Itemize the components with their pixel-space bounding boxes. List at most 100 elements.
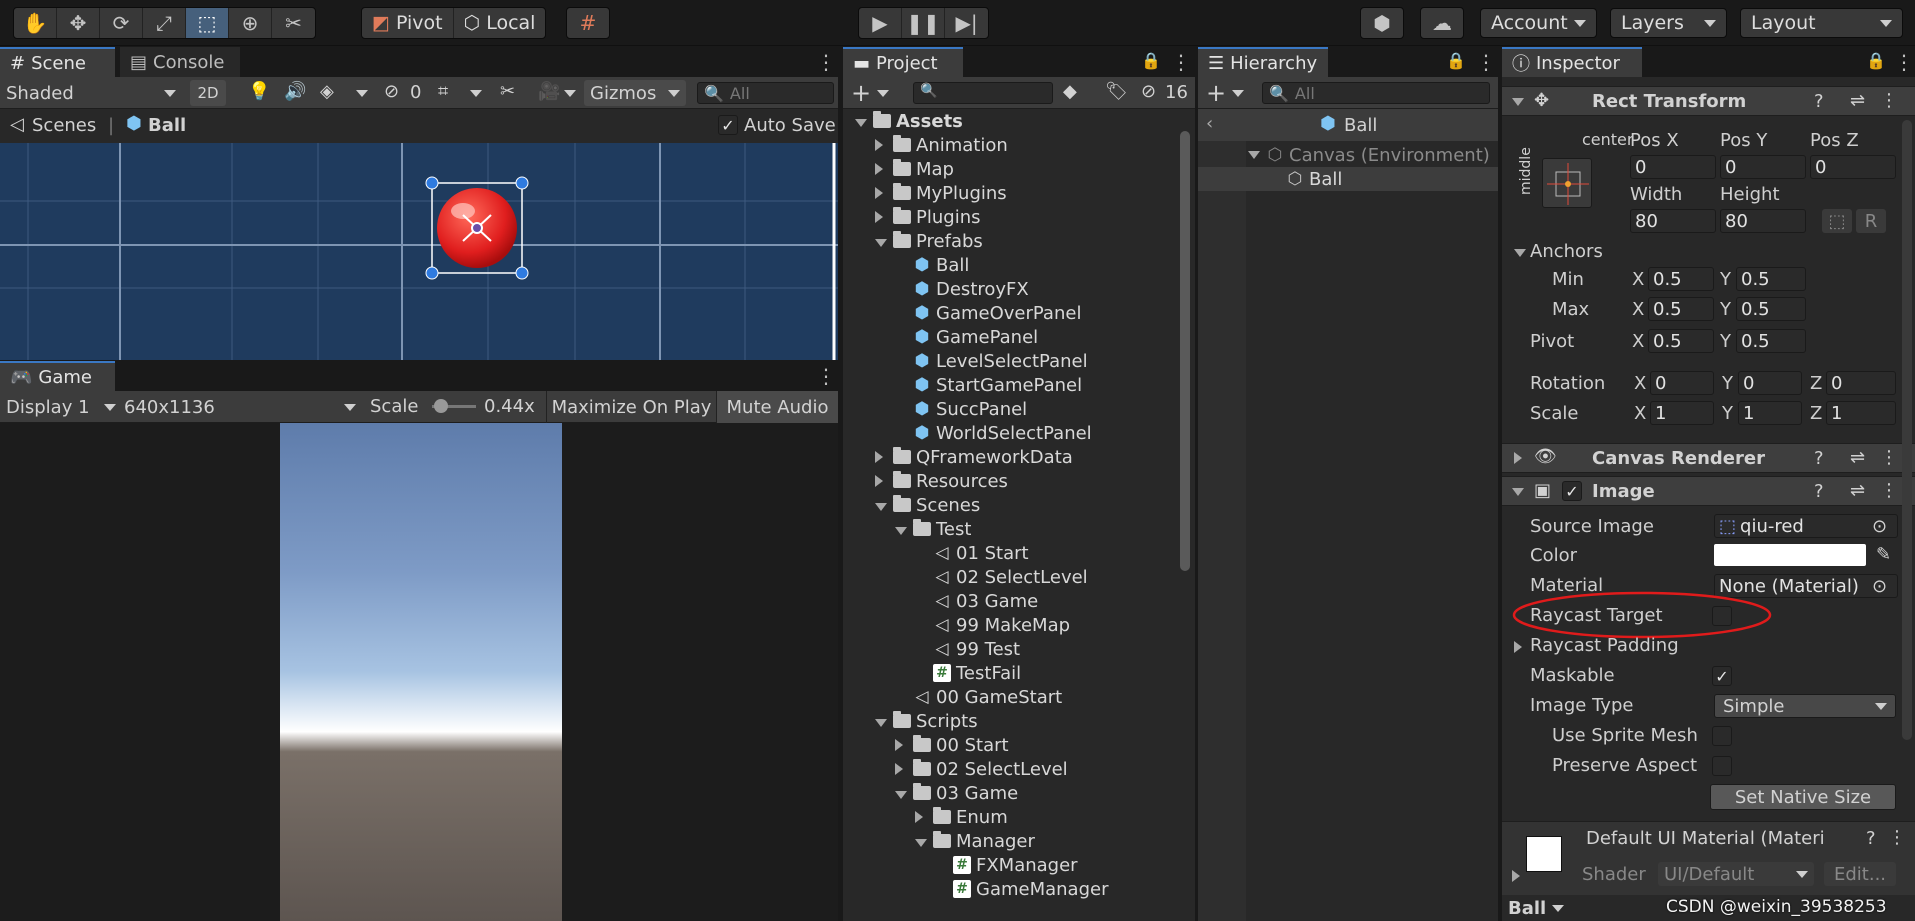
- tree-item[interactable]: Map: [843, 157, 1173, 181]
- game-view[interactable]: [0, 423, 838, 921]
- footer-object-dropdown[interactable]: Ball: [1508, 897, 1565, 919]
- anchors-expand-icon[interactable]: [1514, 249, 1526, 257]
- light-icon[interactable]: 💡: [248, 81, 270, 102]
- project-scrollbar[interactable]: [1177, 111, 1193, 891]
- audio-icon[interactable]: 🔊: [284, 81, 306, 102]
- tree-item[interactable]: ⬢ DestroyFX: [843, 277, 1173, 301]
- tab-project[interactable]: ▬ Project: [843, 47, 963, 77]
- expand-icon[interactable]: [875, 138, 883, 151]
- pause-button[interactable]: ❚❚: [902, 8, 945, 38]
- mute-audio-toggle[interactable]: Mute Audio: [716, 391, 838, 423]
- collapse-icon[interactable]: [855, 118, 867, 127]
- move-tool-button[interactable]: ✥: [57, 8, 100, 38]
- raw-edit-button[interactable]: R: [1856, 209, 1886, 233]
- gizmos-dropdown[interactable]: Gizmos: [584, 80, 686, 106]
- tree-item[interactable]: ◁ 99 Test: [843, 637, 1173, 661]
- collapse-icon[interactable]: [875, 238, 887, 247]
- tree-item[interactable]: MyPlugins: [843, 181, 1173, 205]
- scale-slider[interactable]: [432, 399, 476, 413]
- account-dropdown[interactable]: Account: [1480, 8, 1597, 38]
- layout-dropdown[interactable]: Layout: [1740, 8, 1903, 38]
- tree-item[interactable]: Scripts: [843, 709, 1173, 733]
- blueprint-mode-button[interactable]: ⬚: [1822, 209, 1852, 233]
- ball-sprite[interactable]: [418, 173, 538, 293]
- scene-view[interactable]: [0, 143, 838, 360]
- tree-item[interactable]: ⬢ SuccPanel: [843, 397, 1173, 421]
- tab-game[interactable]: 🎮 Game: [0, 361, 115, 391]
- anchor-min-x-field[interactable]: 0.5: [1648, 267, 1714, 291]
- tree-item[interactable]: ⬢ Ball: [843, 253, 1173, 277]
- back-icon[interactable]: ‹: [1206, 113, 1213, 134]
- display-dropdown[interactable]: Display 1: [6, 395, 116, 419]
- tree-item[interactable]: ◁ 00 GameStart: [843, 685, 1173, 709]
- create-button[interactable]: +: [851, 79, 871, 107]
- tree-item[interactable]: Enum: [843, 805, 1173, 829]
- shading-dropdown[interactable]: Shaded: [6, 81, 176, 105]
- chevron-down-icon[interactable]: [564, 90, 576, 97]
- collapse-icon[interactable]: [895, 526, 907, 535]
- height-field[interactable]: 80: [1720, 209, 1806, 233]
- inspector-menu-icon[interactable]: ⋮: [1894, 50, 1914, 74]
- source-image-field[interactable]: ⬚ qiu-red: [1714, 514, 1898, 538]
- tree-item[interactable]: ◁ 99 MakeMap: [843, 613, 1173, 637]
- auto-save-checkbox[interactable]: ✓: [718, 115, 738, 135]
- scale-x-field[interactable]: 1: [1650, 401, 1714, 425]
- grid-visibility-icon[interactable]: ⌗: [438, 81, 448, 102]
- tree-item[interactable]: QFrameworkData: [843, 445, 1173, 469]
- set-native-size-button[interactable]: Set Native Size: [1710, 784, 1896, 810]
- layers-dropdown[interactable]: Layers: [1610, 8, 1727, 38]
- anchor-max-y-field[interactable]: 0.5: [1736, 297, 1806, 321]
- collapse-icon[interactable]: [875, 718, 887, 727]
- tab-scene[interactable]: # Scene: [0, 47, 115, 77]
- component-menu-icon[interactable]: ⋮: [1880, 480, 1898, 501]
- preserve-aspect-checkbox[interactable]: [1712, 756, 1732, 776]
- raycast-padding-expand-icon[interactable]: [1514, 641, 1522, 653]
- pivot-toggle[interactable]: ◩ Pivot: [362, 8, 454, 38]
- lock-icon[interactable]: 🔒: [1446, 51, 1466, 70]
- chevron-down-icon[interactable]: [470, 90, 482, 97]
- breadcrumb-scenes[interactable]: Scenes: [32, 115, 96, 136]
- preset-icon[interactable]: ⇌: [1850, 480, 1865, 501]
- resolution-dropdown[interactable]: 640x1136: [124, 395, 356, 419]
- tree-item[interactable]: # FXManager: [843, 853, 1173, 877]
- scale-slider-knob[interactable]: [434, 399, 449, 413]
- rotation-z-field[interactable]: 0: [1826, 371, 1896, 395]
- scene-search-input[interactable]: 🔍 All: [697, 82, 834, 104]
- component-menu-icon[interactable]: ⋮: [1880, 90, 1898, 111]
- hand-tool-button[interactable]: ✋: [14, 8, 57, 38]
- tree-item[interactable]: Prefabs: [843, 229, 1173, 253]
- transform-tool-button[interactable]: ⊕: [229, 8, 272, 38]
- expand-icon[interactable]: [1512, 870, 1520, 882]
- maximize-on-play-toggle[interactable]: Maximize On Play: [546, 391, 716, 423]
- scale-tool-button[interactable]: ⤢: [143, 8, 186, 38]
- component-menu-icon[interactable]: ⋮: [1888, 827, 1906, 848]
- help-icon[interactable]: ?: [1814, 91, 1824, 112]
- tree-item[interactable]: # TestFail: [843, 661, 1173, 685]
- help-icon[interactable]: ?: [1814, 448, 1824, 469]
- expand-icon[interactable]: [875, 162, 883, 175]
- tree-item[interactable]: ◁ 01 Start: [843, 541, 1173, 565]
- collapse-icon[interactable]: [1512, 98, 1524, 106]
- pivot-x-field[interactable]: 0.5: [1648, 329, 1714, 353]
- component-menu-icon[interactable]: ⋮: [1880, 447, 1898, 468]
- tree-item[interactable]: ⬢ WorldSelectPanel: [843, 421, 1173, 445]
- collapse-icon[interactable]: [875, 502, 887, 511]
- hierarchy-row-canvas[interactable]: ⬡ Canvas (Environment): [1198, 143, 1498, 167]
- collapse-icon[interactable]: [895, 790, 907, 799]
- scale-z-field[interactable]: 1: [1826, 401, 1896, 425]
- object-picker-icon[interactable]: ⊙: [1872, 576, 1887, 597]
- effects-icon[interactable]: ◈: [320, 81, 334, 102]
- tree-item[interactable]: Test: [843, 517, 1173, 541]
- camera-icon[interactable]: 🎥: [538, 81, 560, 102]
- collapse-icon[interactable]: [915, 838, 927, 847]
- play-button[interactable]: ▶: [859, 8, 902, 38]
- image-type-dropdown[interactable]: Simple: [1714, 694, 1896, 718]
- tree-item[interactable]: ⬢ GameOverPanel: [843, 301, 1173, 325]
- custom-tool-button[interactable]: ✂: [272, 8, 315, 38]
- tree-item[interactable]: Manager: [843, 829, 1173, 853]
- hidden-packages-icon[interactable]: ⊘: [1141, 81, 1156, 102]
- create-button[interactable]: +: [1206, 79, 1226, 107]
- hidden-objects-icon[interactable]: ⊘: [384, 81, 399, 102]
- tab-inspector[interactable]: ⓘ Inspector: [1502, 47, 1642, 77]
- cloud-button[interactable]: ☁: [1421, 8, 1463, 38]
